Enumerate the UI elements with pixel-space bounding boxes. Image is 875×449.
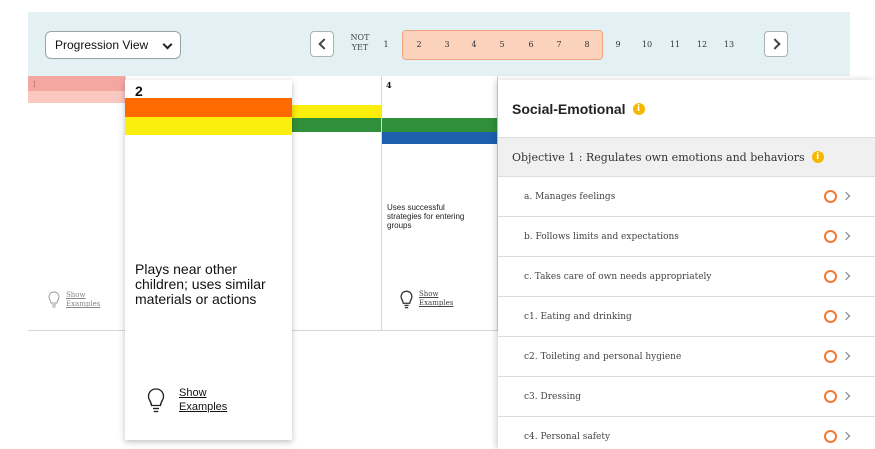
dimension-item[interactable]: c. Takes care of own needs appropriately	[498, 257, 875, 297]
color-band-green	[382, 118, 497, 132]
color-band-green	[290, 118, 381, 132]
level-7[interactable]: 7	[550, 40, 568, 49]
level-12[interactable]: 12	[693, 40, 711, 49]
level-2[interactable]: 2	[410, 40, 428, 49]
previous-level-button[interactable]	[310, 31, 334, 57]
progression-toolbar: Progression View NOT YET 1 2 3 4 5 6 7 8…	[28, 12, 850, 76]
level-10[interactable]: 10	[638, 40, 656, 49]
level-column-3[interactable]	[290, 76, 382, 331]
status-ring-icon	[824, 350, 837, 363]
level-number: 4	[386, 80, 392, 90]
level-13[interactable]: 13	[720, 40, 738, 49]
level-6[interactable]: 6	[522, 40, 540, 49]
domain-title: Social-Emotional i	[512, 101, 645, 117]
color-band-blue	[382, 132, 497, 144]
level-8[interactable]: 8	[578, 40, 596, 49]
not-yet-level[interactable]: NOT YET	[346, 33, 374, 53]
chevron-right-icon	[841, 271, 851, 281]
dimension-item[interactable]: b. Follows limits and expectations	[498, 217, 875, 257]
color-band-orange	[125, 98, 292, 117]
objectives-panel: Social-Emotional i Objective 1 : Regulat…	[498, 80, 875, 449]
level-9[interactable]: 9	[609, 40, 627, 49]
level-3[interactable]: 3	[438, 40, 456, 49]
dimension-label: b. Follows limits and expectations	[524, 231, 679, 242]
level-number: 1	[32, 80, 38, 89]
lightbulb-icon	[147, 388, 165, 413]
chevron-right-icon	[841, 351, 851, 361]
chevron-right-icon	[841, 231, 851, 241]
level-description: Plays near other children; uses similar …	[135, 261, 266, 307]
dimension-label: c3. Dressing	[524, 391, 582, 402]
status-ring-icon	[824, 270, 837, 283]
color-band-pink-light	[28, 91, 125, 103]
chevron-left-icon	[318, 38, 330, 50]
lightbulb-icon	[48, 291, 60, 308]
level-4[interactable]: 4	[465, 40, 483, 49]
show-examples-label: Show Examples	[179, 387, 228, 413]
next-level-button[interactable]	[764, 31, 788, 57]
dimension-label: c4. Personal safety	[524, 431, 611, 442]
status-ring-icon	[824, 430, 837, 443]
objective-header[interactable]: Objective 1 : Regulates own emotions and…	[498, 137, 875, 177]
color-band-pink	[28, 76, 125, 91]
dimension-item[interactable]: a. Manages feelings	[498, 177, 875, 217]
chevron-down-icon	[162, 39, 173, 50]
level-card-2[interactable]: 2 Plays near other children; uses simila…	[125, 80, 292, 440]
info-icon[interactable]: i	[811, 151, 824, 163]
show-examples-label: Show Examples	[66, 291, 101, 308]
chevron-right-icon	[841, 391, 851, 401]
chevron-right-icon	[841, 431, 851, 441]
show-examples-link[interactable]: Show Examples	[48, 291, 101, 309]
dimension-item[interactable]: c3. Dressing	[498, 377, 875, 417]
color-band-yellow	[125, 117, 292, 135]
show-examples-link[interactable]: Show Examples	[400, 290, 454, 310]
dimension-list: a. Manages feelings b. Follows limits an…	[498, 177, 875, 449]
show-examples-label: Show Examples	[419, 290, 454, 307]
chevron-right-icon	[841, 191, 851, 201]
level-description: Uses successful strategies for entering …	[387, 203, 465, 230]
dimension-item[interactable]: c4. Personal safety	[498, 417, 875, 449]
info-icon[interactable]: i	[632, 103, 645, 115]
dimension-label: a. Manages feelings	[524, 191, 616, 202]
status-ring-icon	[824, 230, 837, 243]
level-1[interactable]: 1	[377, 40, 395, 49]
dimension-item[interactable]: c2. Toileting and personal hygiene	[498, 337, 875, 377]
status-ring-icon	[824, 190, 837, 203]
show-examples-link[interactable]: Show Examples	[147, 386, 249, 416]
level-column-1[interactable]: 1 Show Examples	[28, 76, 126, 331]
dimension-label: c. Takes care of own needs appropriately	[524, 271, 712, 282]
chevron-right-icon	[769, 38, 781, 50]
lightbulb-icon	[400, 290, 413, 309]
level-column-4[interactable]: 4 Uses successful strategies for enterin…	[382, 76, 498, 331]
status-ring-icon	[824, 310, 837, 323]
view-select-value: Progression View	[55, 38, 149, 52]
level-number: 2	[135, 83, 143, 99]
domain-title-text: Social-Emotional	[512, 101, 626, 117]
dimension-item[interactable]: c1. Eating and drinking	[498, 297, 875, 337]
dimension-label: c1. Eating and drinking	[524, 311, 632, 322]
color-band-yellow	[290, 105, 381, 118]
level-11[interactable]: 11	[666, 40, 684, 49]
level-5[interactable]: 5	[493, 40, 511, 49]
dimension-label: c2. Toileting and personal hygiene	[524, 351, 682, 362]
view-select[interactable]: Progression View	[45, 31, 181, 59]
chevron-right-icon	[841, 311, 851, 321]
status-ring-icon	[824, 390, 837, 403]
objective-text: Objective 1 : Regulates own emotions and…	[512, 150, 805, 164]
